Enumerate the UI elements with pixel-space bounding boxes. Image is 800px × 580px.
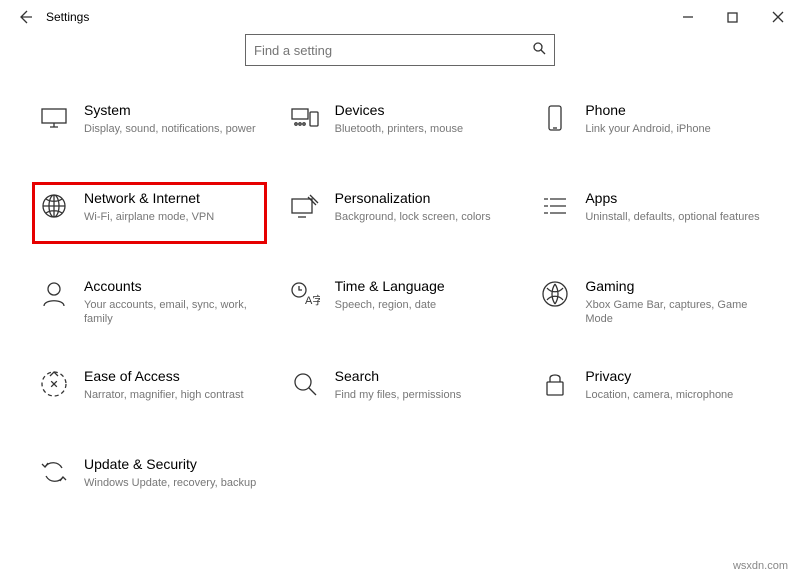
tile-title: Apps [585, 190, 759, 208]
titlebar: Settings [0, 0, 800, 34]
update-icon [38, 456, 70, 488]
arrow-left-icon [17, 9, 33, 25]
svg-text:A字: A字 [305, 293, 320, 307]
tile-personalization[interactable]: Personalization Background, lock screen,… [285, 184, 516, 242]
close-icon [772, 11, 784, 23]
ease-of-access-icon [38, 368, 70, 400]
tile-search[interactable]: Search Find my files, permissions [285, 362, 516, 420]
gaming-icon [539, 278, 571, 310]
settings-grid: System Display, sound, notifications, po… [0, 96, 800, 528]
search-icon [533, 42, 546, 58]
search-container [0, 34, 800, 96]
tile-title: Time & Language [335, 278, 445, 296]
tile-desc: Bluetooth, printers, mouse [335, 122, 463, 136]
tile-title: Phone [585, 102, 710, 120]
system-icon [38, 102, 70, 134]
apps-icon [539, 190, 571, 222]
tile-accounts[interactable]: Accounts Your accounts, email, sync, wor… [34, 272, 265, 332]
close-button[interactable] [755, 2, 800, 32]
tile-desc: Speech, region, date [335, 298, 445, 312]
tile-ease-of-access[interactable]: Ease of Access Narrator, magnifier, high… [34, 362, 265, 420]
privacy-icon [539, 368, 571, 400]
tile-phone[interactable]: Phone Link your Android, iPhone [535, 96, 766, 154]
tile-devices[interactable]: Devices Bluetooth, printers, mouse [285, 96, 516, 154]
tile-desc: Your accounts, email, sync, work, family [84, 298, 261, 327]
phone-icon [539, 102, 571, 134]
tile-title: Ease of Access [84, 368, 244, 386]
tile-title: Accounts [84, 278, 261, 296]
minimize-icon [682, 11, 694, 23]
back-button[interactable] [10, 9, 40, 25]
tile-title: Devices [335, 102, 463, 120]
tile-desc: Narrator, magnifier, high contrast [84, 388, 244, 402]
accounts-icon [38, 278, 70, 310]
tile-desc: Location, camera, microphone [585, 388, 733, 402]
tile-network-internet[interactable]: Network & Internet Wi-Fi, airplane mode,… [34, 184, 265, 242]
tile-desc: Find my files, permissions [335, 388, 462, 402]
tile-apps[interactable]: Apps Uninstall, defaults, optional featu… [535, 184, 766, 242]
tile-title: Gaming [585, 278, 762, 296]
window-title: Settings [46, 10, 89, 24]
watermark: wsxdn.com [733, 560, 788, 572]
tile-system[interactable]: System Display, sound, notifications, po… [34, 96, 265, 154]
tile-title: Update & Security [84, 456, 256, 474]
tile-update-security[interactable]: Update & Security Windows Update, recove… [34, 450, 265, 508]
tile-title: System [84, 102, 256, 120]
tile-title: Personalization [335, 190, 491, 208]
globe-icon [38, 190, 70, 222]
tile-title: Privacy [585, 368, 733, 386]
maximize-button[interactable] [710, 2, 755, 32]
tile-desc: Background, lock screen, colors [335, 210, 491, 224]
tile-gaming[interactable]: Gaming Xbox Game Bar, captures, Game Mod… [535, 272, 766, 332]
tile-title: Search [335, 368, 462, 386]
search-box[interactable] [245, 34, 555, 66]
tile-desc: Link your Android, iPhone [585, 122, 710, 136]
devices-icon [289, 102, 321, 134]
search-input[interactable] [254, 43, 546, 58]
tile-title: Network & Internet [84, 190, 214, 208]
tile-desc: Display, sound, notifications, power [84, 122, 256, 136]
tile-desc: Xbox Game Bar, captures, Game Mode [585, 298, 762, 327]
tile-privacy[interactable]: Privacy Location, camera, microphone [535, 362, 766, 420]
tile-time-language[interactable]: A字 Time & Language Speech, region, date [285, 272, 516, 332]
personalization-icon [289, 190, 321, 222]
tile-desc: Wi-Fi, airplane mode, VPN [84, 210, 214, 224]
window-controls [665, 2, 800, 32]
tile-desc: Windows Update, recovery, backup [84, 476, 256, 490]
minimize-button[interactable] [665, 2, 710, 32]
time-language-icon: A字 [289, 278, 321, 310]
tile-desc: Uninstall, defaults, optional features [585, 210, 759, 224]
search-tile-icon [289, 368, 321, 400]
maximize-icon [727, 12, 738, 23]
